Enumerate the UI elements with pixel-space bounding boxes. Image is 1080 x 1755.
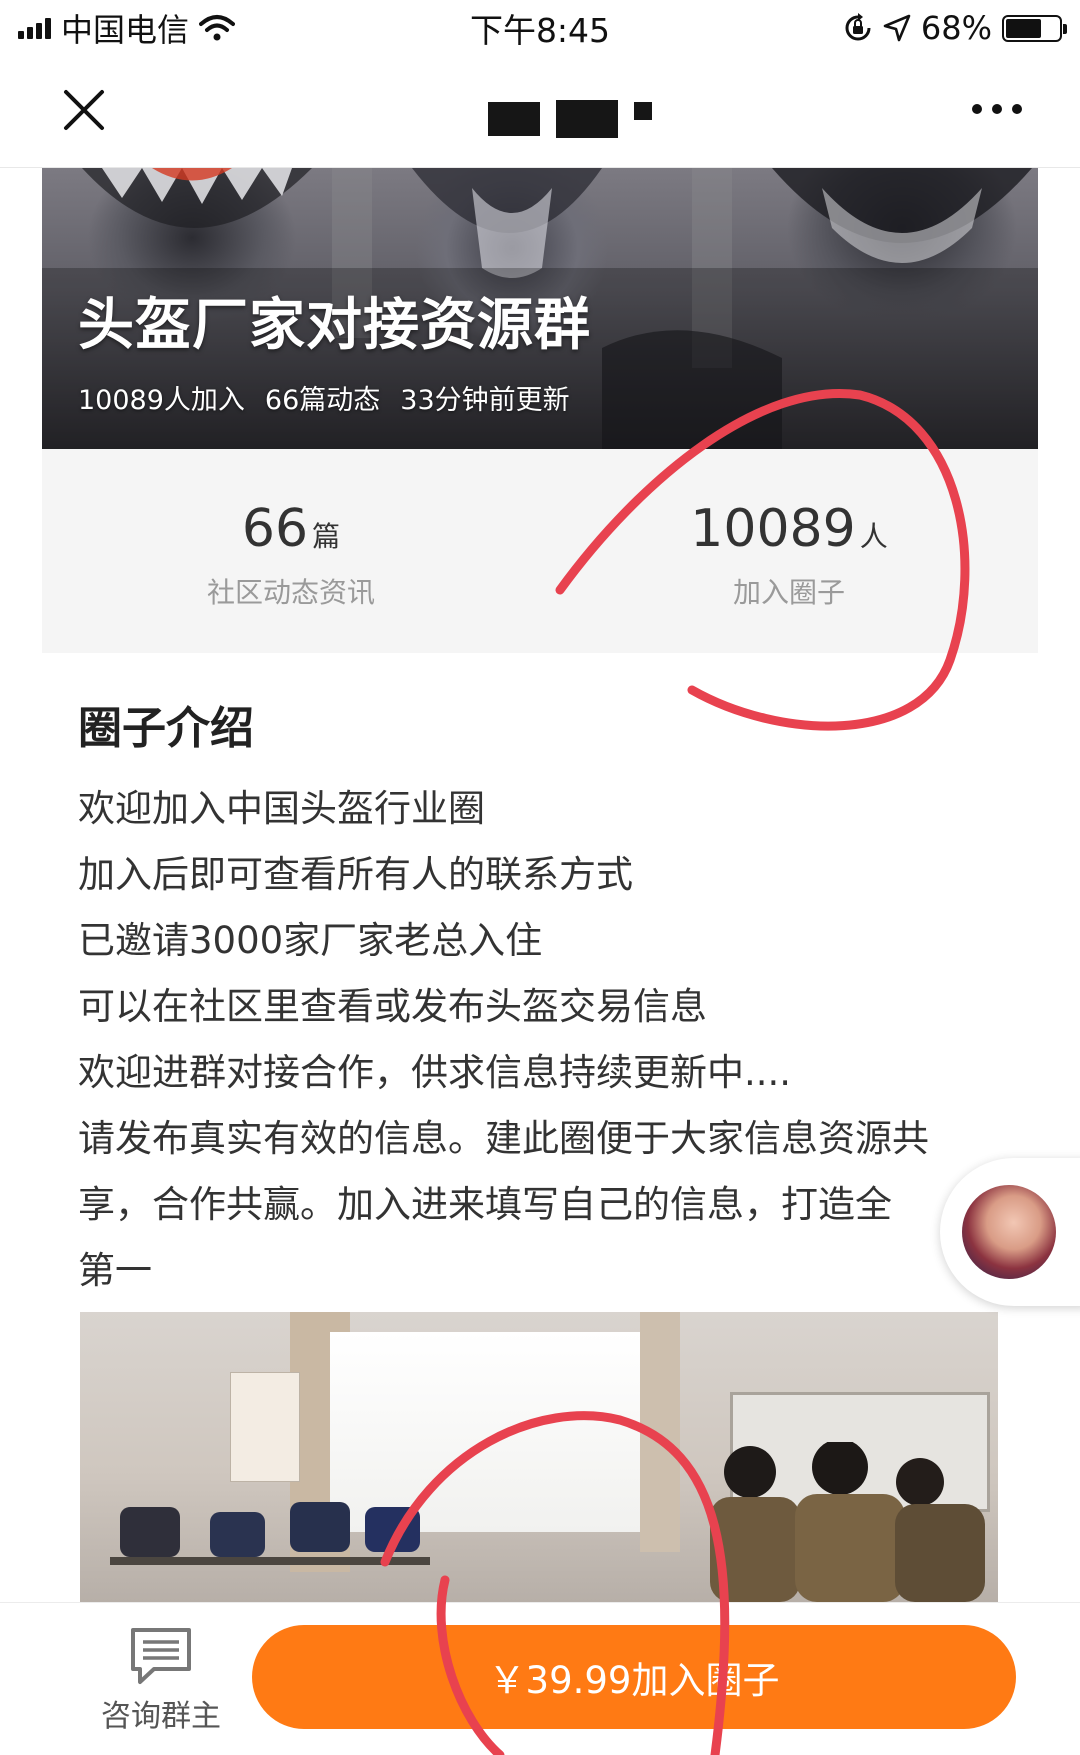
consult-owner-button[interactable]: 咨询群主: [96, 1625, 226, 1735]
close-icon[interactable]: [60, 86, 108, 134]
consult-label: 咨询群主: [101, 1699, 221, 1734]
photo-curtain: [640, 1312, 680, 1552]
more-icon[interactable]: [972, 104, 1022, 114]
group-stats: 66 篇 社区动态资讯 10089 人 加入圈子: [42, 449, 1038, 653]
intro-text: 欢迎加入中国头盔行业圈 加入后即可查看所有人的联系方式 已邀请3000家厂家老总…: [78, 776, 1008, 1304]
intro-line: 享，合作共赢。加入进来填写自己的信息，打造全: [78, 1183, 892, 1226]
stat-posts-unit: 篇: [312, 520, 341, 553]
photo-chairs: [110, 1502, 430, 1565]
stat-members-unit: 人: [859, 520, 888, 553]
intro-photo: [80, 1312, 998, 1602]
group-title: 头盔厂家对接资源群: [78, 293, 591, 358]
updated-meta: 33分钟前更新: [400, 385, 570, 416]
stat-posts-label: 社区动态资讯: [206, 576, 375, 609]
status-bar: 中国电信 下午8:45 68%: [0, 0, 1080, 56]
signal-icon: [18, 17, 51, 39]
carrier-label: 中国电信: [61, 11, 190, 49]
intro-line: 加入后即可查看所有人的联系方式: [78, 853, 633, 896]
stat-posts-number: 66: [241, 499, 309, 559]
intro-line: 第一: [78, 1249, 152, 1292]
nav-bar: [0, 56, 1080, 168]
intro-line: 请发布真实有效的信息。建此圈便于大家信息资源共: [78, 1117, 929, 1160]
censored-title: [488, 100, 652, 138]
battery-icon: [1002, 14, 1067, 42]
floating-avatar-button[interactable]: [940, 1158, 1080, 1306]
group-meta: 10089人加入 66篇动态 33分钟前更新: [78, 378, 570, 417]
intro-title: 圈子介绍: [78, 703, 254, 754]
members-meta: 10089人加入: [78, 385, 245, 416]
location-icon: [883, 14, 911, 42]
avatar: [962, 1185, 1056, 1279]
orientation-lock-icon: [845, 13, 871, 41]
photo-people: [710, 1442, 985, 1602]
intro-line: 欢迎加入中国头盔行业圈: [78, 787, 485, 830]
app-screen: 中国电信 下午8:45 68% 头盔厂家对接资源群 10089人加入 66篇动态…: [0, 0, 1080, 1755]
intro-line: 已邀请3000家厂家老总入住: [78, 919, 543, 962]
intro-line: 可以在社区里查看或发布头盔交易信息: [78, 985, 707, 1028]
group-banner: 头盔厂家对接资源群 10089人加入 66篇动态 33分钟前更新: [42, 168, 1038, 449]
status-right: 68%: [843, 9, 1067, 47]
stat-members-label: 加入圈子: [732, 576, 845, 609]
bottom-bar: 咨询群主 ￥39.99加入圈子: [0, 1602, 1080, 1755]
wifi-icon: [199, 15, 236, 41]
stat-members[interactable]: 10089 人 加入圈子: [540, 449, 1038, 653]
battery-percent: 68%: [920, 9, 992, 47]
photo-calendar: [230, 1372, 300, 1482]
stat-members-number: 10089: [690, 499, 856, 559]
intro-line: 欢迎进群对接合作，供求信息持续更新中....: [78, 1051, 792, 1094]
message-icon: [131, 1628, 191, 1684]
stat-posts[interactable]: 66 篇 社区动态资讯: [42, 449, 540, 653]
posts-meta: 66篇动态: [264, 385, 381, 416]
status-left: 中国电信: [18, 5, 236, 51]
join-circle-button[interactable]: ￥39.99加入圈子: [252, 1625, 1016, 1729]
